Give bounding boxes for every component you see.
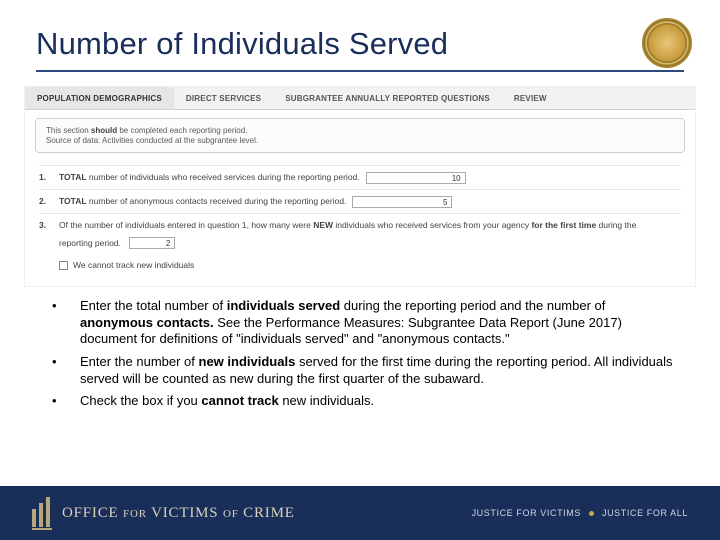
pillars-icon xyxy=(32,497,52,530)
footer-tagline: JUSTICE FOR VICTIMS JUSTICE FOR ALL xyxy=(472,508,688,518)
ovc-logo-text: OFFICE FOR VICTIMS OF CRIME xyxy=(62,505,295,522)
q2-number: 2. xyxy=(39,196,53,207)
b1-bold1: individuals served xyxy=(227,298,344,313)
section-info-box: This section should be completed each re… xyxy=(35,118,685,153)
q2-text: number of anonymous contacts received du… xyxy=(87,196,347,206)
bullet-3: • Check the box if you cannot track new … xyxy=(52,393,676,410)
tab-subgrantee-annually[interactable]: SUBGRANTEE ANNUALLY REPORTED QUESTIONS xyxy=(273,87,502,109)
bullet-icon: • xyxy=(52,298,60,348)
ovc-logo: OFFICE FOR VICTIMS OF CRIME xyxy=(32,497,295,530)
title-divider xyxy=(36,70,684,72)
bullet-icon: • xyxy=(52,393,60,410)
b2-bold: new individuals xyxy=(199,354,299,369)
q2-bold: TOTAL xyxy=(59,196,87,206)
q1-text: number of individuals who received servi… xyxy=(87,172,360,182)
b3-pre: Check the box if you xyxy=(80,393,201,408)
q3-text-c: during the xyxy=(596,220,636,230)
questions-list: 1. TOTAL number of individuals who recei… xyxy=(25,161,695,286)
question-3: 3. Of the number of individuals entered … xyxy=(39,213,681,276)
q3-input[interactable]: 2 xyxy=(129,237,175,249)
tagline-left: JUSTICE FOR VICTIMS xyxy=(472,508,581,518)
b1-pre: Enter the total number of xyxy=(80,298,227,313)
page-title: Number of Individuals Served xyxy=(36,26,630,62)
q3-text-a: Of the number of individuals entered in … xyxy=(59,220,313,230)
info-line2: Source of data: Activities conducted at … xyxy=(46,136,674,145)
bullet-icon: • xyxy=(52,354,60,387)
b3-bold: cannot track xyxy=(201,393,278,408)
tagline-right: JUSTICE FOR ALL xyxy=(602,508,688,518)
q1-number: 1. xyxy=(39,172,53,183)
b2-pre: Enter the number of xyxy=(80,354,199,369)
q3-number: 3. xyxy=(39,220,53,231)
tab-review[interactable]: REVIEW xyxy=(502,87,559,109)
separator-dot-icon xyxy=(589,511,594,516)
q2-input[interactable]: 5 xyxy=(352,196,452,208)
cannot-track-checkbox[interactable] xyxy=(59,261,68,270)
embedded-screenshot: POPULATION DEMOGRAPHICS DIRECT SERVICES … xyxy=(24,86,696,287)
tab-population-demographics[interactable]: POPULATION DEMOGRAPHICS xyxy=(25,87,174,109)
q3-continuation: reporting period. xyxy=(59,238,121,248)
q3-bold-a: NEW xyxy=(313,220,333,230)
q1-bold: TOTAL xyxy=(59,172,87,182)
info-line1-post: be completed each reporting period. xyxy=(117,126,247,135)
bullet-1: • Enter the total number of individuals … xyxy=(52,298,676,348)
cannot-track-label: We cannot track new individuals xyxy=(73,260,194,271)
question-2: 2. TOTAL number of anonymous contacts re… xyxy=(39,189,681,213)
b3-post: new individuals. xyxy=(279,393,374,408)
b1-mid1: during the reporting period and the numb… xyxy=(344,298,606,313)
info-line1-bold: should xyxy=(91,126,117,135)
footer-bar: OFFICE FOR VICTIMS OF CRIME JUSTICE FOR … xyxy=(0,486,720,540)
q3-text-b: individuals who received services from y… xyxy=(333,220,531,230)
b1-bold2: anonymous contacts. xyxy=(80,315,217,330)
question-1: 1. TOTAL number of individuals who recei… xyxy=(39,165,681,189)
q1-input[interactable]: 10 xyxy=(366,172,466,184)
tab-bar: POPULATION DEMOGRAPHICS DIRECT SERVICES … xyxy=(25,87,695,110)
tab-direct-services[interactable]: DIRECT SERVICES xyxy=(174,87,273,109)
bullet-2: • Enter the number of new individuals se… xyxy=(52,354,676,387)
bullet-list: • Enter the total number of individuals … xyxy=(52,298,676,416)
info-line1-pre: This section xyxy=(46,126,91,135)
doj-seal-icon xyxy=(642,18,692,68)
q3-bold-b: for the first time xyxy=(531,220,596,230)
